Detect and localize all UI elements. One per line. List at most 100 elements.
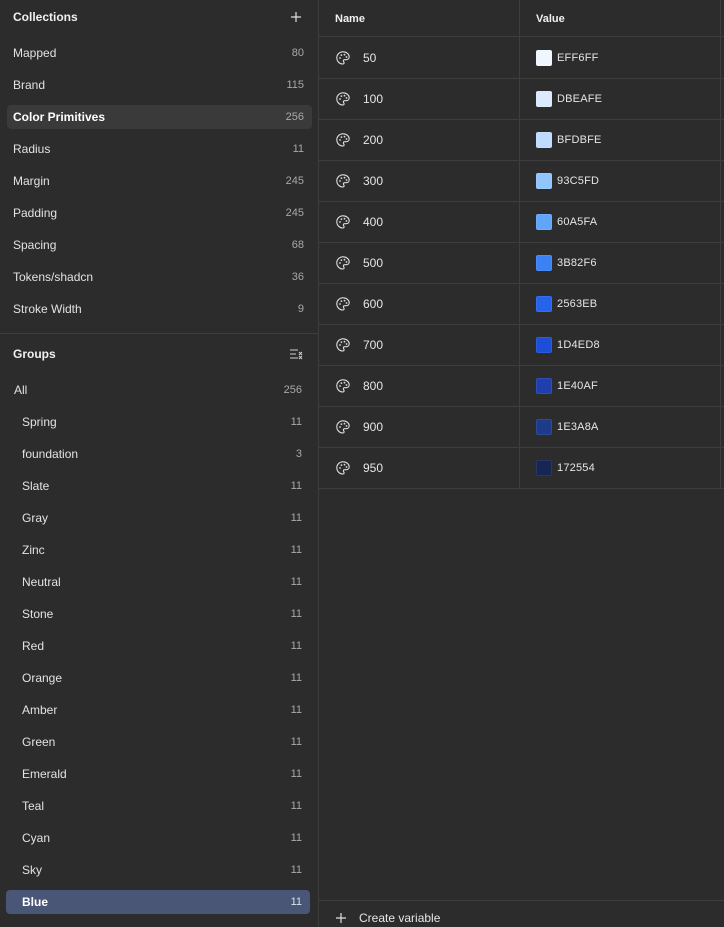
hex-value: BFDBFE [557,134,602,146]
value-cell[interactable]: 93C5FD [536,161,599,201]
collection-item-label: Radius [13,142,51,156]
group-item-red[interactable]: Red 11 [6,634,310,658]
name-cell[interactable]: 300 [335,161,383,201]
table-row[interactable]: 800 1E40AF [319,366,724,407]
collection-item-label: Spacing [13,238,57,252]
color-swatch[interactable] [536,419,552,435]
value-cell[interactable]: 3B82F6 [536,243,597,283]
group-item-orange[interactable]: Orange 11 [6,666,310,690]
group-item-foundation[interactable]: foundation 3 [6,442,310,466]
color-swatch[interactable] [536,296,552,312]
group-item-spring[interactable]: Spring 11 [6,410,310,434]
color-swatch[interactable] [536,214,552,230]
palette-icon [336,379,350,393]
group-item-all[interactable]: All 256 [6,378,310,402]
group-item-zinc[interactable]: Zinc 11 [6,538,310,562]
table-row[interactable]: 400 60A5FA [319,202,724,243]
palette-icon [336,215,350,229]
name-cell[interactable]: 500 [335,243,383,283]
color-swatch[interactable] [536,378,552,394]
group-item-gray[interactable]: Gray 11 [6,506,310,530]
table-row[interactable]: 600 2563EB [319,284,724,325]
hex-value: 3B82F6 [557,257,597,269]
variable-name: 700 [363,338,384,352]
group-item-blue[interactable]: Blue 11 [6,890,310,914]
name-cell[interactable]: 700 [335,325,383,365]
table-row[interactable]: 200 BFDBFE [319,120,724,161]
add-collection-button[interactable] [287,8,305,26]
hex-value: 60A5FA [557,216,598,228]
group-item-count: 11 [290,832,302,844]
table-row[interactable]: 100 DBEAFE [319,79,724,120]
table-row[interactable]: 700 1D4ED8 [319,325,724,366]
palette-icon [336,420,350,434]
value-cell[interactable]: 2563EB [536,284,597,324]
hex-value: 172554 [557,462,595,474]
group-item-cyan[interactable]: Cyan 11 [6,826,310,850]
name-cell[interactable]: 400 [335,202,383,242]
group-item-sky[interactable]: Sky 11 [6,858,310,882]
table-row[interactable]: 950 172554 [319,448,724,489]
collection-item-brand[interactable]: Brand 115 [7,73,312,97]
hex-value: DBEAFE [557,93,603,105]
table-footer: Create variable [319,900,724,927]
color-swatch[interactable] [536,132,552,148]
column-header-name[interactable]: Name [335,0,365,37]
plus-icon [291,12,301,22]
table-row[interactable]: 500 3B82F6 [319,243,724,284]
group-item-green[interactable]: Green 11 [6,730,310,754]
value-cell[interactable]: 1E40AF [536,366,598,406]
collection-item-count: 245 [285,207,304,219]
color-swatch[interactable] [536,255,552,271]
group-item-label: Blue [22,895,49,909]
group-item-label: Zinc [22,543,45,557]
value-cell[interactable]: 60A5FA [536,202,597,242]
collection-item-spacing[interactable]: Spacing 68 [7,233,312,257]
name-cell[interactable]: 900 [335,407,383,447]
table-row[interactable]: 50 EFF6FF [319,38,724,79]
value-cell[interactable]: 1D4ED8 [536,325,600,365]
name-cell[interactable]: 950 [335,448,383,488]
group-item-stone[interactable]: Stone 11 [6,602,310,626]
name-cell[interactable]: 100 [335,79,383,119]
group-item-teal[interactable]: Teal 11 [6,794,310,818]
collection-item-tokens-shadcn[interactable]: Tokens/shadcn 36 [7,265,312,289]
color-swatch[interactable] [536,50,552,66]
group-item-emerald[interactable]: Emerald 11 [6,762,310,786]
plus-icon [336,913,346,923]
name-cell[interactable]: 50 [335,38,376,78]
collection-item-color-primitives[interactable]: Color Primitives 256 [7,105,312,129]
value-cell[interactable]: 1E3A8A [536,407,599,447]
group-item-label: Teal [22,799,45,813]
group-item-label: Spring [22,415,57,429]
value-cell[interactable]: 172554 [536,448,595,488]
variable-name: 200 [363,133,384,147]
group-item-count: 11 [290,800,302,812]
color-swatch[interactable] [536,337,552,353]
collection-item-label: Stroke Width [13,302,82,316]
column-header-value[interactable]: Value [536,0,565,37]
collection-item-padding[interactable]: Padding 245 [7,201,312,225]
group-item-slate[interactable]: Slate 11 [6,474,310,498]
collection-item-stroke-width[interactable]: Stroke Width 9 [7,297,312,321]
value-cell[interactable]: DBEAFE [536,79,602,119]
name-cell[interactable]: 800 [335,366,383,406]
group-item-count: 11 [290,512,302,524]
value-cell[interactable]: BFDBFE [536,120,602,160]
color-swatch[interactable] [536,173,552,189]
create-variable-button[interactable]: Create variable [335,911,440,925]
collapse-groups-button[interactable] [287,345,305,363]
collections-title: Collections [13,10,78,24]
table-row[interactable]: 300 93C5FD [319,161,724,202]
color-swatch[interactable] [536,91,552,107]
collection-item-mapped[interactable]: Mapped 80 [7,41,312,65]
name-cell[interactable]: 600 [335,284,383,324]
color-swatch[interactable] [536,460,552,476]
group-item-amber[interactable]: Amber 11 [6,698,310,722]
table-row[interactable]: 900 1E3A8A [319,407,724,448]
collection-item-radius[interactable]: Radius 11 [7,137,312,161]
name-cell[interactable]: 200 [335,120,383,160]
collection-item-margin[interactable]: Margin 245 [7,169,312,193]
value-cell[interactable]: EFF6FF [536,38,599,78]
group-item-neutral[interactable]: Neutral 11 [6,570,310,594]
